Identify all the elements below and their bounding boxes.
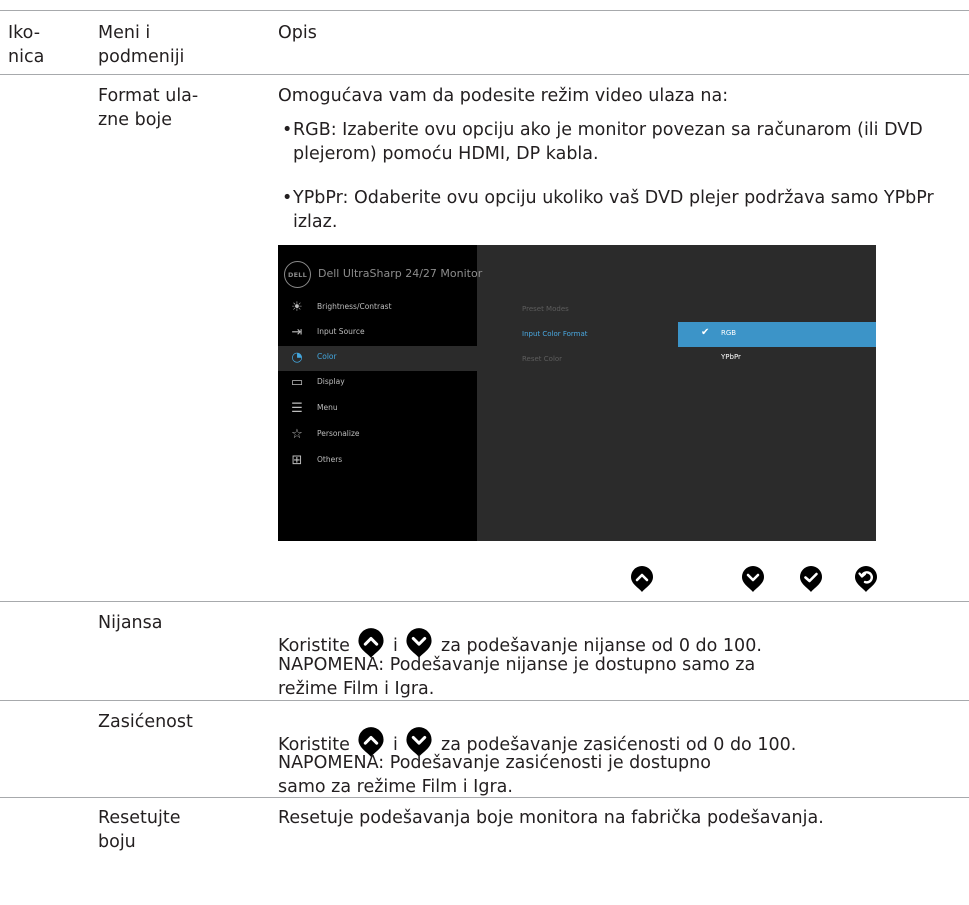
row-name-input-color-format: Format ula- zne boje	[98, 86, 199, 130]
saturation-note: NAPOMENA: Podešavanje zasićenosti je dos…	[278, 753, 711, 797]
osd-menu-input-source[interactable]: ⇥ Input Source	[278, 321, 477, 346]
dell-logo: DELL	[284, 261, 311, 288]
osd-menu-label: Brightness/Contrast	[317, 302, 392, 311]
osd-main-menu-panel: DELL Dell UltraSharp 24/27 Monitor ☀ Bri…	[278, 245, 482, 541]
osd-option-label: RGB	[721, 329, 737, 337]
hue-note: NAPOMENA: Podešavanje nijanse je dostupn…	[278, 655, 756, 699]
bullet-mark: •	[282, 120, 293, 140]
osd-menu-label: Display	[317, 377, 345, 386]
display-icon: ▭	[290, 375, 304, 390]
format-intro: Omogućava vam da podesite režim video ul…	[278, 86, 729, 106]
osd-sub-preset-modes[interactable]: Preset Modes	[522, 305, 569, 313]
osd-menu-label: Others	[317, 455, 343, 464]
osd-menu-brightness-contrast[interactable]: ☀ Brightness/Contrast	[278, 296, 477, 321]
color-palette-icon: ◔	[291, 350, 303, 365]
input-source-icon: ⇥	[291, 325, 303, 340]
osd-sub-reset-color[interactable]: Reset Color	[522, 355, 562, 363]
star-icon: ☆	[291, 427, 303, 442]
header-description-column: Opis	[278, 23, 317, 43]
brightness-icon: ☀	[291, 300, 303, 315]
row-name-saturation: Zasićenost	[98, 712, 193, 732]
down-button-icon[interactable]	[740, 565, 766, 593]
osd-screenshot: DELL Dell UltraSharp 24/27 Monitor ☀ Bri…	[278, 245, 876, 541]
row-rule-nijansa	[0, 601, 969, 602]
osd-menu-label: Input Source	[317, 327, 365, 336]
bullet-ypbpr: YPbPr: Odaberite ovu opciju ukoliko vaš …	[293, 188, 934, 232]
header-rule	[0, 74, 969, 75]
checkmark-icon: ✔	[701, 327, 710, 338]
osd-menu-menu[interactable]: ☰ Menu	[278, 397, 477, 422]
reset-description: Resetuje podešavanja boje monitora na fa…	[278, 808, 824, 828]
osd-menu-personalize[interactable]: ☆ Personalize	[278, 423, 477, 448]
osd-title: Dell UltraSharp 24/27 Monitor	[318, 267, 483, 280]
check-button-icon[interactable]	[798, 565, 824, 593]
row-name-reset-color: Resetujte boju	[98, 808, 181, 852]
osd-sub-input-color-format[interactable]: Input Color Format	[522, 330, 588, 338]
osd-option-rgb[interactable]: ✔ RGB	[678, 322, 876, 347]
table-top-rule	[0, 10, 969, 11]
osd-menu-label: Menu	[317, 403, 338, 412]
header-menu-column: Meni i podmeniji	[98, 23, 185, 67]
row-name-hue: Nijansa	[98, 613, 163, 633]
bullet-mark: •	[282, 188, 293, 208]
osd-menu-label: Color	[317, 352, 337, 361]
menu-icon: ☰	[291, 401, 303, 416]
osd-option-ypbpr[interactable]: YPbPr	[678, 346, 876, 371]
osd-menu-color[interactable]: ◔ Color	[278, 346, 477, 371]
header-icon-column: Iko- nica	[8, 23, 45, 67]
osd-menu-display[interactable]: ▭ Display	[278, 371, 477, 396]
osd-menu-label: Personalize	[317, 429, 360, 438]
bullet-rgb: RGB: Izaberite ovu opciju ako je monitor…	[293, 120, 923, 164]
up-button-icon[interactable]	[629, 565, 655, 593]
osd-option-label: YPbPr	[721, 353, 741, 361]
osd-menu-others[interactable]: ⊞ Others	[278, 449, 477, 474]
others-icon: ⊞	[291, 453, 303, 468]
back-button-icon[interactable]	[853, 565, 879, 593]
